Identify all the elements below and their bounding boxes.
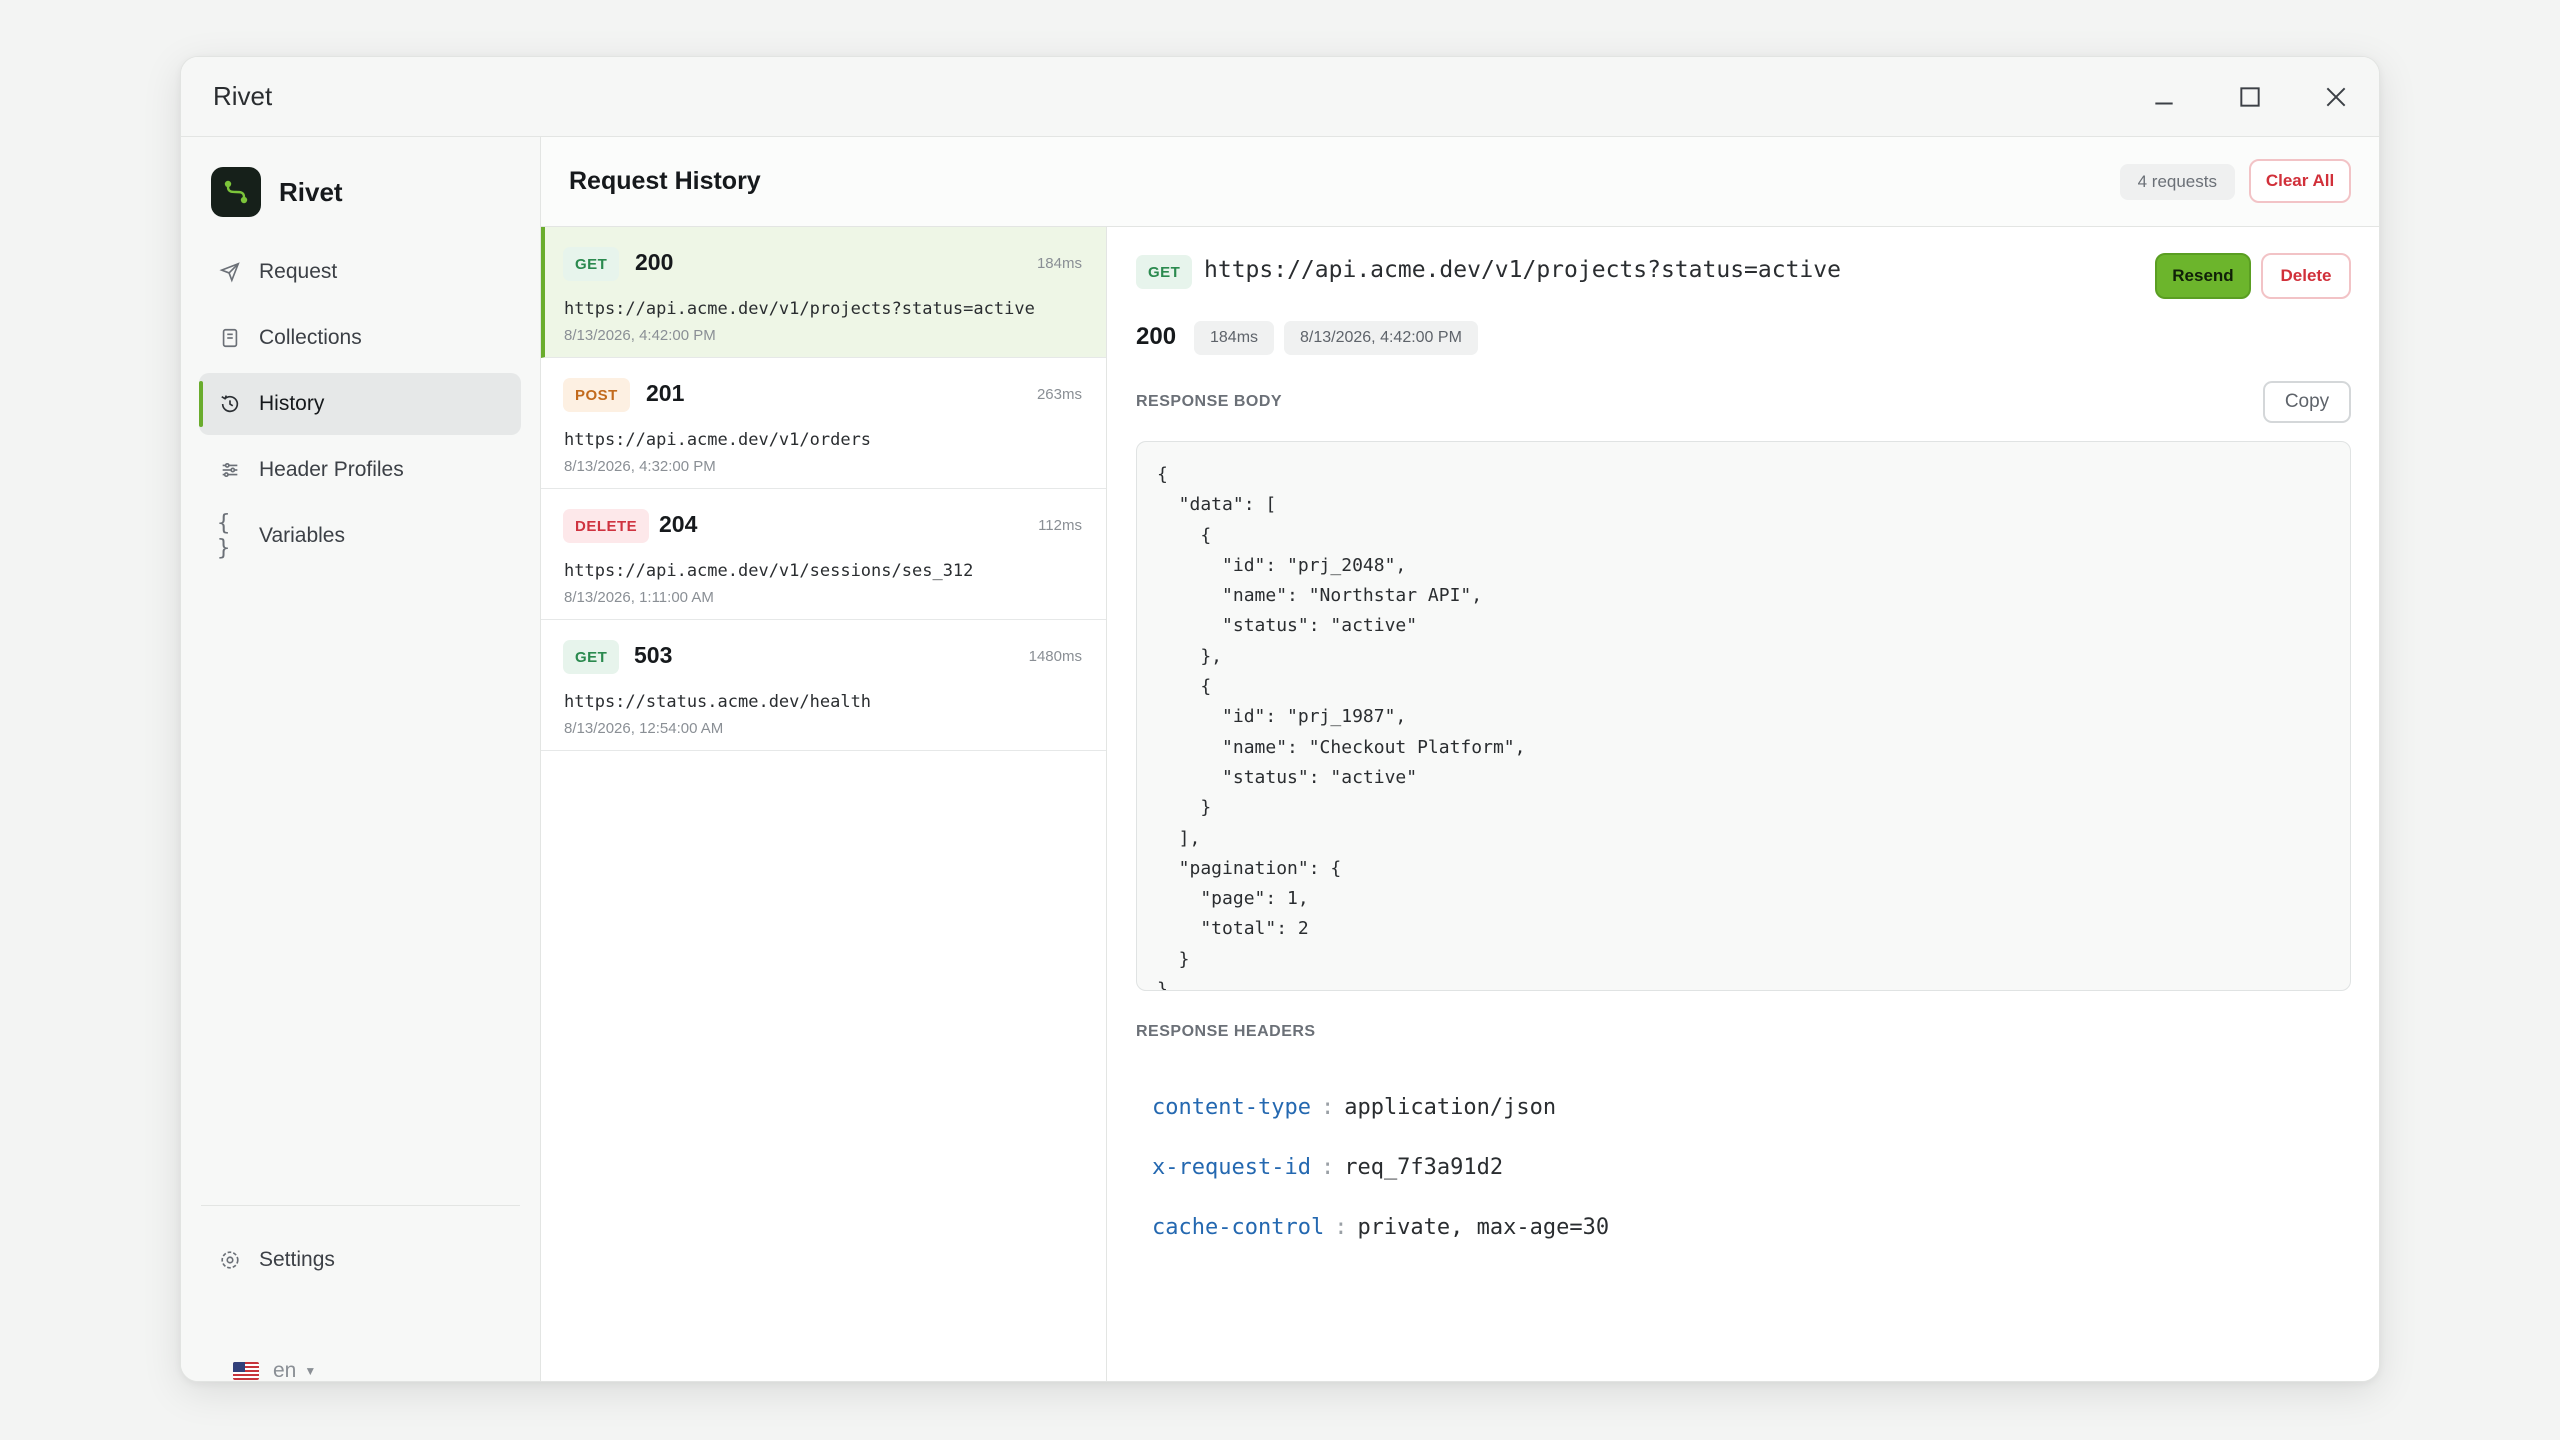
minimize-button[interactable] bbox=[2121, 57, 2207, 137]
sidebar-item-label: Request bbox=[259, 260, 338, 283]
sidebar-item-settings[interactable]: Settings bbox=[199, 1229, 521, 1291]
status-code: 503 bbox=[634, 642, 673, 668]
method-badge: GET bbox=[563, 640, 620, 674]
method-badge: DELETE bbox=[563, 509, 650, 543]
header-row: x-request-id : req_7f3a91d2 bbox=[1152, 1137, 1609, 1197]
request-list: GET 200 184ms https://api.acme.dev/v1/pr… bbox=[541, 227, 1107, 1381]
detail-date-badge: 8/13/2026, 4:42:00 PM bbox=[1284, 321, 1478, 355]
request-duration: 184ms bbox=[1036, 255, 1082, 272]
braces-icon: { } bbox=[217, 511, 231, 561]
request-url: https://api.acme.dev/v1/projects?status=… bbox=[564, 299, 1035, 319]
request-item[interactable]: GET 503 1480ms https://status.acme.dev/h… bbox=[541, 620, 1106, 751]
header-value: private, max-age=30 bbox=[1357, 1214, 1610, 1240]
request-item[interactable]: GET 200 184ms https://api.acme.dev/v1/pr… bbox=[541, 227, 1106, 358]
page-title: Request History bbox=[569, 167, 761, 195]
header-separator: : bbox=[1320, 1154, 1335, 1180]
window-title: Rivet bbox=[213, 81, 273, 111]
sidebar-item-label: History bbox=[259, 392, 325, 415]
brand: Rivet bbox=[211, 167, 343, 217]
detail-method-badge: GET bbox=[1136, 255, 1193, 289]
rivet-logo-icon bbox=[211, 167, 261, 217]
request-duration: 112ms bbox=[1038, 517, 1082, 534]
maximize-button[interactable] bbox=[2207, 57, 2293, 137]
method-badge: POST bbox=[563, 378, 630, 412]
response-body-code: { "data": [ { "id": "prj_2048", "name": … bbox=[1157, 464, 1526, 991]
sidebar-item-history[interactable]: History bbox=[199, 373, 521, 435]
sidebar-item-label: Settings bbox=[259, 1248, 335, 1271]
header-value: req_7f3a91d2 bbox=[1344, 1154, 1504, 1180]
request-date: 8/13/2026, 12:54:00 AM bbox=[564, 720, 724, 737]
response-body-label: RESPONSE BODY bbox=[1136, 393, 1283, 410]
request-url: https://api.acme.dev/v1/sessions/ses_312 bbox=[564, 561, 974, 581]
language-code: en bbox=[273, 1359, 297, 1382]
clear-all-button[interactable]: Clear All bbox=[2249, 159, 2351, 203]
sidebar-item-collections[interactable]: Collections bbox=[199, 307, 521, 369]
method-badge: GET bbox=[563, 247, 620, 281]
delete-button[interactable]: Delete bbox=[2261, 253, 2351, 299]
request-duration: 1480ms bbox=[1028, 648, 1082, 665]
sidebar: Rivet Request Collections History Header… bbox=[181, 137, 541, 1381]
request-duration: 263ms bbox=[1036, 386, 1082, 403]
settings-wrapper: Settings bbox=[199, 1229, 521, 1295]
request-url: https://api.acme.dev/v1/orders bbox=[564, 430, 872, 450]
main-area: Request History 4 requests Clear All GET… bbox=[541, 137, 2379, 1381]
language-selector[interactable]: en ▼ bbox=[233, 1359, 317, 1382]
status-code: 200 bbox=[635, 249, 674, 275]
header-value: application/json bbox=[1344, 1094, 1557, 1120]
close-button[interactable] bbox=[2293, 57, 2379, 137]
status-code: 201 bbox=[646, 380, 685, 406]
history-icon bbox=[217, 391, 243, 417]
gear-icon bbox=[217, 1247, 243, 1273]
sidebar-divider bbox=[201, 1205, 520, 1206]
minimize-icon bbox=[2155, 102, 2173, 105]
collections-icon bbox=[217, 325, 243, 351]
request-item[interactable]: POST 201 263ms https://api.acme.dev/v1/o… bbox=[541, 358, 1106, 489]
sidebar-item-request[interactable]: Request bbox=[199, 241, 521, 303]
request-date: 8/13/2026, 1:11:00 AM bbox=[564, 589, 714, 606]
header-key: x-request-id bbox=[1152, 1154, 1311, 1180]
detail-status-code: 200 bbox=[1136, 323, 1177, 350]
header-separator: : bbox=[1320, 1094, 1335, 1120]
header-key: content-type bbox=[1152, 1094, 1311, 1120]
header-row: content-type : application/json bbox=[1152, 1077, 1609, 1137]
request-date: 8/13/2026, 4:42:00 PM bbox=[564, 327, 716, 344]
resend-button[interactable]: Resend bbox=[2155, 253, 2251, 299]
detail-duration-badge: 184ms bbox=[1194, 321, 1275, 355]
sliders-icon bbox=[217, 457, 243, 483]
main-header: Request History 4 requests Clear All bbox=[541, 137, 2379, 227]
send-icon bbox=[217, 259, 243, 285]
header-separator: : bbox=[1334, 1214, 1348, 1240]
window-controls bbox=[2121, 57, 2379, 137]
sidebar-item-variables[interactable]: { } Variables bbox=[199, 505, 521, 567]
response-headers-list: content-type : application/json x-reques… bbox=[1152, 1077, 1609, 1257]
response-headers-label: RESPONSE HEADERS bbox=[1136, 1023, 1316, 1040]
sidebar-item-label: Header Profiles bbox=[259, 458, 404, 481]
detail-url: https://api.acme.dev/v1/projects?status=… bbox=[1204, 257, 1841, 283]
status-code: 204 bbox=[659, 511, 698, 537]
app-window: Rivet Rivet Request Collections History … bbox=[180, 56, 2380, 1382]
request-item[interactable]: DELETE 204 112ms https://api.acme.dev/v1… bbox=[541, 489, 1106, 620]
request-count-badge: 4 requests bbox=[2119, 164, 2235, 200]
header-row: cache-control : private, max-age=30 bbox=[1152, 1197, 1609, 1257]
sidebar-item-label: Collections bbox=[259, 326, 362, 349]
sidebar-nav: Request Collections History Header Profi… bbox=[199, 241, 521, 571]
request-detail: GET https://api.acme.dev/v1/projects?sta… bbox=[1108, 227, 2379, 1381]
header-key: cache-control bbox=[1152, 1214, 1325, 1240]
copy-button[interactable]: Copy bbox=[2263, 381, 2351, 423]
brand-name: Rivet bbox=[279, 176, 343, 207]
title-bar: Rivet bbox=[181, 57, 2379, 137]
sidebar-item-header-profiles[interactable]: Header Profiles bbox=[199, 439, 521, 501]
response-body-viewer[interactable]: { "data": [ { "id": "prj_2048", "name": … bbox=[1136, 441, 2351, 991]
request-date: 8/13/2026, 4:32:00 PM bbox=[564, 458, 716, 475]
sidebar-item-label: Variables bbox=[259, 524, 345, 547]
chevron-down-icon: ▼ bbox=[304, 1364, 317, 1378]
maximize-icon bbox=[2240, 87, 2260, 107]
close-icon bbox=[2326, 87, 2346, 107]
request-url: https://status.acme.dev/health bbox=[564, 692, 872, 712]
us-flag-icon bbox=[233, 1362, 259, 1380]
